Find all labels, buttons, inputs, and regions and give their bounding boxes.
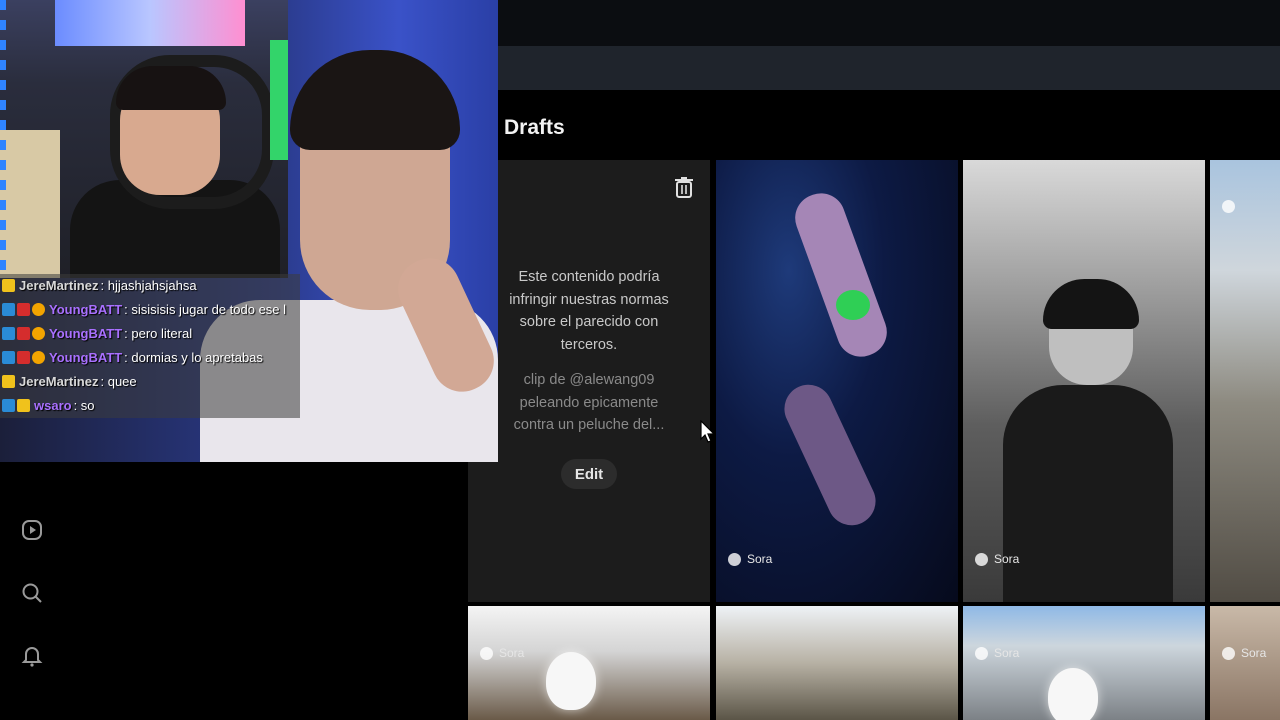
chat-username[interactable]: wsaro <box>34 398 72 413</box>
sora-label: Sora <box>994 552 1020 566</box>
scene-light <box>270 40 288 160</box>
video-tile[interactable]: Sora <box>716 160 958 602</box>
bell-icon[interactable] <box>20 644 44 668</box>
prime-badge-icon <box>2 350 15 364</box>
scene-arm <box>788 186 894 364</box>
scene-body <box>1003 385 1173 602</box>
trash-icon[interactable] <box>674 176 694 198</box>
search-icon[interactable] <box>20 581 44 605</box>
apple-logo <box>546 652 596 710</box>
bits-badge-icon <box>32 302 45 316</box>
scene-monitor <box>55 0 245 46</box>
sidebar <box>0 462 468 720</box>
vip-badge-icon <box>17 326 30 340</box>
prime-badge-icon <box>2 326 15 340</box>
scene-person <box>1003 279 1173 602</box>
content-warning: Este contenido podría infringir nuestras… <box>509 269 669 353</box>
sora-watermark: Sora <box>1222 646 1266 660</box>
chat-username[interactable]: YoungBATT <box>49 302 122 317</box>
vip-badge-icon <box>17 350 30 364</box>
chat-message: wsaro : so <box>2 394 95 416</box>
scene-light <box>0 0 6 278</box>
video-tile[interactable]: Sora <box>963 606 1205 720</box>
scene-hair <box>290 50 460 150</box>
video-tile[interactable]: Sora <box>963 160 1205 602</box>
sora-watermark: Sora <box>975 646 1019 660</box>
vip-badge-icon <box>17 302 30 316</box>
draft-prompt: clip de @alewang09 peleando epicamente c… <box>513 372 665 433</box>
chat-username[interactable]: YoungBATT <box>49 326 122 341</box>
crown-badge-icon <box>2 374 15 388</box>
chat-text: : so <box>73 397 95 413</box>
edit-button[interactable]: Edit <box>561 459 617 489</box>
chat-username[interactable]: JereMartinez <box>19 374 98 389</box>
chat-username[interactable]: JereMartinez <box>19 278 98 293</box>
sora-watermark: Sora <box>480 646 524 660</box>
sora-logo-icon <box>1222 646 1235 660</box>
bits-badge-icon <box>32 350 45 364</box>
chat-text: : pero literal <box>124 325 193 341</box>
apple-logo <box>1048 668 1098 720</box>
chat-message: YoungBATT : dormias y lo apretabas <box>2 346 263 368</box>
crown-badge-icon <box>2 278 15 292</box>
webcam-streamer <box>0 0 288 278</box>
play-icon[interactable] <box>20 518 44 542</box>
chat-text: : dormias y lo apretabas <box>124 349 263 365</box>
sora-logo-icon <box>975 646 988 660</box>
sora-logo-icon <box>728 552 741 566</box>
mouse-cursor-icon <box>700 420 716 443</box>
video-tile[interactable] <box>716 606 958 720</box>
sora-label: Sora <box>499 646 525 660</box>
sora-label: Sora <box>994 646 1020 660</box>
app-top-bar <box>498 0 1280 46</box>
sora-logo-icon <box>1222 200 1235 213</box>
scene-wall <box>0 130 60 278</box>
video-tile[interactable] <box>1210 160 1280 602</box>
chat-message: YoungBATT : pero literal <box>2 322 192 344</box>
prime-badge-icon <box>2 398 15 412</box>
sora-label: Sora <box>747 552 773 566</box>
bits-badge-icon <box>32 326 45 340</box>
scene-arm <box>776 376 884 534</box>
chat-text: : sisisisis jugar de todo ese l <box>124 301 287 317</box>
scene-hair <box>1043 279 1139 329</box>
sora-watermark <box>1222 200 1235 213</box>
page-title: Drafts <box>504 116 565 139</box>
video-tile[interactable]: Sora <box>468 606 710 720</box>
video-tile[interactable]: Sora <box>1210 606 1280 720</box>
stream-chat: JereMartinez : hjjashjahsjahsa YoungBATT … <box>0 274 300 418</box>
scene-hair <box>116 66 226 110</box>
sora-watermark: Sora <box>975 552 1019 566</box>
crown-badge-icon <box>17 398 30 412</box>
sora-label: Sora <box>1241 646 1267 660</box>
draft-card[interactable]: Este contenido podría infringir nuestras… <box>468 160 710 602</box>
sora-watermark: Sora <box>728 552 772 566</box>
chat-text: : hjjashjahsjahsa <box>100 277 197 293</box>
chat-message: JereMartinez : quee <box>2 370 137 392</box>
sora-logo-icon <box>480 646 493 660</box>
sora-logo-icon <box>975 552 988 566</box>
chat-message: YoungBATT : sisisisis jugar de todo ese … <box>2 298 286 320</box>
chat-message: JereMartinez : hjjashjahsjahsa <box>2 274 197 296</box>
prime-badge-icon <box>2 302 15 316</box>
search-bar[interactable] <box>498 46 1280 90</box>
chat-username[interactable]: YoungBATT <box>49 350 122 365</box>
chat-text: : quee <box>100 373 137 389</box>
scene-plush <box>836 290 870 320</box>
